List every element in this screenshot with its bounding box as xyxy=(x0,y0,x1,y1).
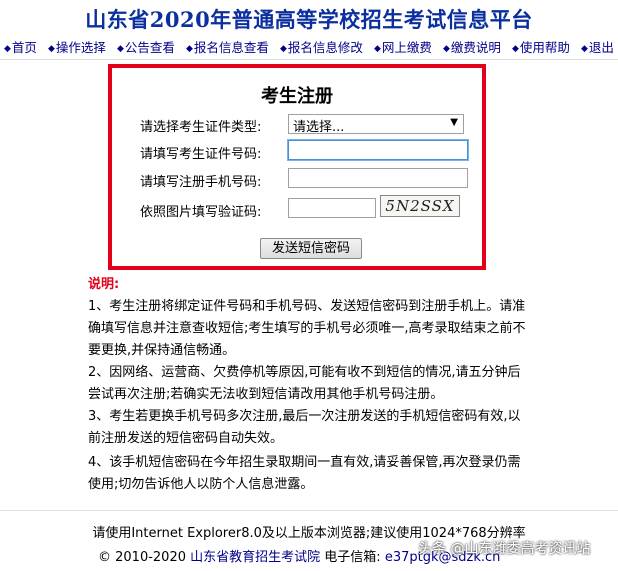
nav-divider xyxy=(0,59,618,60)
nav-label: 退出 xyxy=(588,40,614,55)
nav-logout[interactable]: ◆退出 xyxy=(581,37,614,57)
id-number-label: 请填写考生证件号码: xyxy=(140,147,262,162)
captcha-label: 依照图片填写验证码: xyxy=(140,205,262,220)
footer-divider xyxy=(0,510,618,511)
diamond-icon: ◆ xyxy=(186,44,193,54)
phone-label: 请填写注册手机号码: xyxy=(140,175,262,190)
form-title: 考生注册 xyxy=(261,86,333,107)
nav-label: 网上缴费 xyxy=(381,40,432,55)
registration-panel: 考生注册 请选择考生证件类型: 请选择... ▼ 请填写考生证件号码: 请填写注… xyxy=(108,64,486,270)
id-type-selected-value: 请选择... xyxy=(293,120,345,135)
nav-label: 使用帮助 xyxy=(519,40,570,55)
diamond-icon: ◆ xyxy=(443,44,450,54)
note-item: 1、考生注册将绑定证件号码和手机号码、发送短信密码到注册手机上。请准确填写信息并… xyxy=(88,299,526,358)
id-type-label: 请选择考生证件类型: xyxy=(140,120,262,135)
diamond-icon: ◆ xyxy=(581,44,588,54)
nav-user-help[interactable]: ◆使用帮助 xyxy=(512,37,570,57)
nav-label: 公告查看 xyxy=(124,40,175,55)
note-item: 3、考生若更换手机号码多次注册,最后一次注册发送的手机短信密码有效,以前注册发送… xyxy=(88,409,521,446)
nav-online-payment[interactable]: ◆网上缴费 xyxy=(374,37,432,57)
diamond-icon: ◆ xyxy=(512,44,519,54)
nav-label: 首页 xyxy=(11,40,37,55)
watermark: 头条 @山东潍委高考资讯站 xyxy=(418,541,591,557)
captcha-image[interactable]: 5N2SSX xyxy=(380,195,460,217)
nav-label: 操作选择 xyxy=(55,40,106,55)
nav-label: 报名信息修改 xyxy=(287,40,363,55)
top-nav: ◆首页 ◆操作选择 ◆公告查看 ◆报名信息查看 ◆报名信息修改 ◆网上缴费 ◆缴… xyxy=(0,37,618,57)
org-link[interactable]: 山东省教育招生考试院 xyxy=(190,550,320,565)
note-item: 4、该手机短信密码在今年招生录取期间一直有效,请妥善保管,再次登录仍需使用;切勿… xyxy=(88,455,521,492)
id-type-select[interactable]: 请选择... ▼ xyxy=(288,114,464,135)
nav-operation-select[interactable]: ◆操作选择 xyxy=(48,37,106,57)
nav-payment-help[interactable]: ◆缴费说明 xyxy=(443,37,501,57)
phone-input[interactable] xyxy=(288,168,468,188)
diamond-icon: ◆ xyxy=(374,44,381,54)
nav-home[interactable]: ◆首页 xyxy=(4,37,37,57)
nav-label: 缴费说明 xyxy=(450,40,501,55)
nav-view-registration[interactable]: ◆报名信息查看 xyxy=(186,37,269,57)
diamond-icon: ◆ xyxy=(280,44,287,54)
note-item: 2、因网络、运营商、欠费停机等原因,可能有收不到短信的情况,请五分钟后尝试再次注… xyxy=(88,365,521,402)
email-label: 电子信箱: xyxy=(324,550,381,565)
captcha-input[interactable] xyxy=(288,198,376,218)
id-number-input[interactable] xyxy=(287,139,469,161)
send-sms-button[interactable]: 发送短信密码 xyxy=(260,238,362,259)
page-title: 山东省2020年普通高等学校招生考试信息平台 xyxy=(85,7,533,32)
nav-label: 报名信息查看 xyxy=(193,40,269,55)
diamond-icon: ◆ xyxy=(4,44,11,54)
nav-announcements[interactable]: ◆公告查看 xyxy=(117,37,175,57)
notes-heading: 说明: xyxy=(88,277,120,292)
diamond-icon: ◆ xyxy=(117,44,124,54)
dropdown-arrow-icon: ▼ xyxy=(450,117,458,128)
diamond-icon: ◆ xyxy=(48,44,55,54)
nav-edit-registration[interactable]: ◆报名信息修改 xyxy=(280,37,363,57)
copyright-text: © 2010-2020 xyxy=(98,550,186,565)
